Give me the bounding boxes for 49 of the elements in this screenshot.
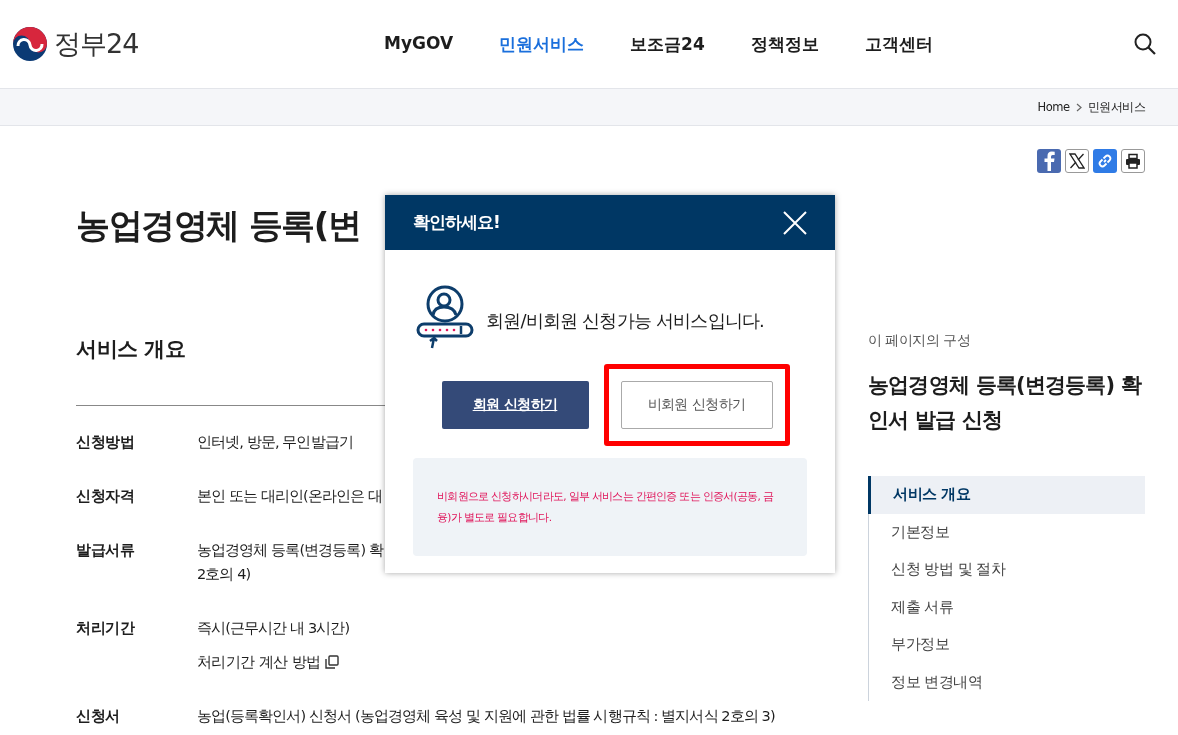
facebook-share-button[interactable] (1037, 149, 1061, 173)
chevron-icon (1075, 102, 1082, 112)
detail-label: 신청서 (76, 706, 121, 727)
detail-value: 인터넷, 방문, 무인발급기 (197, 433, 353, 452)
logo-text[interactable]: 정부24 (54, 26, 139, 62)
toc-item[interactable]: 신청 방법 및 절차 (869, 551, 1145, 589)
toc-item[interactable]: 기본정보 (869, 513, 1145, 551)
user-password-icon (416, 284, 474, 350)
detail-label: 신청방법 (76, 432, 135, 453)
nav-item[interactable]: 민원서비스 (499, 32, 585, 56)
x-logo-icon (1069, 153, 1085, 169)
detail-label: 발급서류 (76, 540, 136, 561)
toc-item[interactable]: 제출 서류 (869, 588, 1145, 626)
section-title: 서비스 개요 (76, 336, 187, 363)
detail-value: 즉시(근무시간 내 3시간) (197, 619, 350, 638)
detail-value: 농업(등록확인서) 신청서 (농업경영체 육성 및 지원에 관한 법률 시행규칙 : 별지서식 2호의 3) (197, 707, 775, 726)
printer-icon (1125, 153, 1141, 169)
toc-item[interactable]: 부가정보 (869, 626, 1145, 664)
detail-link[interactable]: 처리기간 계산 방법 (197, 650, 339, 674)
guest-apply-button[interactable]: 비회원 신청하기 (620, 381, 773, 429)
notice-text: 비회원으로 신청하시더라도, 일부 서비스는 간편인증 또는 인증서(공동, 금융)가 별도로 필요합니다. (437, 489, 775, 525)
detail-label: 신청자격 (76, 486, 135, 507)
page-title: 농업경영체 등록(변 (76, 204, 361, 247)
search-icon[interactable] (1134, 33, 1156, 55)
toc-item[interactable]: 정보 변경내역 (869, 663, 1145, 701)
detail-value: 본인 또는 대리인(온라인은 대 (197, 487, 383, 506)
x-share-button[interactable] (1065, 149, 1089, 173)
f-logo-icon (1043, 151, 1055, 171)
close-button[interactable] (782, 209, 808, 236)
logo-icon (12, 26, 48, 62)
link-icon (1097, 153, 1113, 169)
new-window-icon (324, 655, 339, 669)
dialog-title: 확인하세요! (413, 211, 500, 234)
breadcrumb-link[interactable]: 민원서비스 (1087, 99, 1145, 115)
detail-value: 2호의 4) (197, 565, 251, 584)
breadcrumb-link[interactable]: Home (1037, 100, 1070, 114)
toc-item[interactable]: 서비스 개요 (868, 476, 1145, 514)
nav-item[interactable]: 보조금24 (630, 32, 705, 56)
print-button[interactable] (1121, 149, 1145, 173)
toc-title: 농업경영체 등록(변경등록) 확인서 발급 신청 (868, 372, 1143, 434)
member-apply-button[interactable]: 회원 신청하기 (441, 381, 589, 429)
link-share-button[interactable] (1093, 149, 1117, 173)
detail-value: 농업경영체 등록(변경등록) 확 (197, 541, 384, 560)
nav-item[interactable]: 정책정보 (750, 32, 819, 56)
nav-item[interactable]: MyGOV (384, 32, 454, 56)
dialog-message: 회원/비회원 신청가능 서비스입니다. (486, 309, 765, 333)
detail-label: 처리기간 (76, 618, 136, 639)
nav-item[interactable]: 고객센터 (864, 32, 933, 56)
toc-caption: 이 페이지의 구성 (868, 332, 972, 350)
